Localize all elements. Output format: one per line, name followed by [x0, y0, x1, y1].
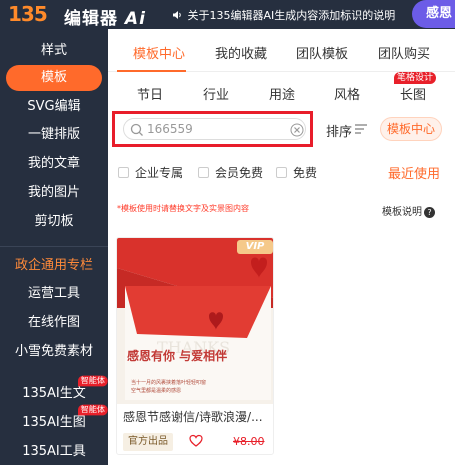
tab-my-favorites[interactable]: 我的收藏 — [215, 43, 267, 62]
image-subline: 当十一月的风裹挟着落叶轻轻叩窗 — [131, 379, 206, 386]
image-subline: 空气里都是温柔的感恩 — [131, 387, 181, 394]
filter-label: 企业专属 — [135, 166, 184, 180]
filter-label: 免费 — [293, 166, 318, 180]
template-title[interactable]: 感恩节感谢信/诗歌浪漫/... — [123, 408, 271, 425]
search-input[interactable] — [147, 121, 287, 137]
sidebar-item-ops-tools[interactable]: 运营工具 — [0, 284, 108, 304]
speaker-icon — [173, 11, 181, 19]
tab-team-templates[interactable]: 团队模板 — [296, 43, 348, 62]
sidebar-item-government-column[interactable]: 政企通用专栏 — [0, 256, 108, 276]
sidebar-item-templates[interactable]: 模板 — [6, 65, 102, 91]
category-industry[interactable]: 行业 — [203, 84, 229, 103]
sidebar-item-my-images[interactable]: 我的图片 — [0, 183, 108, 203]
sidebar-badge-agent: 智能体 — [78, 404, 108, 416]
logo-ai: Ai — [124, 9, 146, 29]
tab-team-purchase[interactable]: 团队购买 — [378, 43, 430, 62]
sidebar-item-my-articles[interactable]: 我的文章 — [0, 154, 108, 174]
category-purpose[interactable]: 用途 — [269, 84, 295, 103]
active-tab-indicator — [117, 70, 186, 72]
sort-button[interactable]: 排序 — [326, 121, 352, 140]
template-help-label: 模板说明 — [382, 207, 422, 218]
sidebar-item-ai-image[interactable]: 135AI生图 — [0, 413, 108, 433]
category-badge: 笔格设计 — [394, 72, 437, 84]
official-tag: 官方出品 — [123, 433, 173, 451]
notice-text: 关于135编辑器AI生成内容添加标识的说明 — [187, 9, 396, 22]
sidebar-item-free-assets[interactable]: 小雪免费素材 — [0, 342, 108, 362]
search-highlight-frame — [112, 111, 313, 147]
sidebar-item-clipboard[interactable]: 剪切板 — [0, 212, 108, 232]
thanks-button[interactable]: 感恩 — [412, 0, 455, 28]
usage-hint: *模板使用时请替换文字及实景图内容 — [117, 204, 249, 213]
filter-member-free[interactable]: 会员免费 — [198, 164, 263, 181]
vip-badge: VIP — [237, 240, 273, 254]
tab-bar: 模板中心 我的收藏 团队模板 团队购买 — [108, 29, 455, 72]
sidebar-item-ai-tools[interactable]: 135AI工具 — [0, 442, 108, 462]
category-long-image[interactable]: 长图 — [400, 84, 426, 103]
top-bar: 135 编辑器 Ai 关于135编辑器AI生成内容添加标识的说明 感恩 — [0, 0, 455, 29]
template-help-link[interactable]: 模板说明? — [382, 203, 435, 218]
recent-used-link[interactable]: 最近使用 — [388, 163, 440, 182]
main-panel: 模板中心 我的收藏 团队模板 团队购买 节日 行业 用途 风格 长图 笔格设计 … — [108, 29, 455, 465]
sidebar: 样式 模板 SVG编辑 一键排版 我的文章 我的图片 剪切板 政企通用专栏 运营… — [0, 29, 108, 465]
category-festival[interactable]: 节日 — [137, 84, 163, 103]
sidebar-item-styles[interactable]: 样式 — [0, 41, 108, 61]
checkbox[interactable] — [276, 167, 287, 178]
clear-icon[interactable] — [290, 123, 304, 137]
image-headline: 感恩有你 与爱相伴 — [127, 348, 227, 363]
sidebar-item-online-drawing[interactable]: 在线作图 — [0, 313, 108, 333]
template-card[interactable]: THANKS 感恩有你 与爱相伴 当十一月的风裹挟着落叶轻轻叩窗 空气里都是温柔… — [116, 237, 274, 455]
filter-enterprise[interactable]: 企业专属 — [118, 164, 183, 181]
notice-link[interactable]: 关于135编辑器AI生成内容添加标识的说明 — [172, 7, 395, 23]
sidebar-item-ai-writing[interactable]: 135AI生文 — [0, 384, 108, 404]
logo-text: 编辑器 — [64, 9, 118, 29]
search-icon — [130, 123, 143, 136]
template-thumbnail[interactable]: THANKS 感恩有你 与爱相伴 当十一月的风裹挟着落叶轻轻叩窗 空气里都是温柔… — [117, 238, 273, 404]
category-style[interactable]: 风格 — [334, 84, 360, 103]
heart-icon[interactable] — [189, 434, 203, 448]
filter-free[interactable]: 免费 — [276, 164, 317, 181]
logo-number: 135 — [8, 2, 48, 26]
sidebar-badge-agent: 智能体 — [78, 375, 108, 387]
price-value: ¥8.00 — [233, 435, 265, 448]
logo[interactable]: 编辑器 Ai — [64, 4, 146, 29]
help-icon: ? — [424, 207, 435, 218]
tab-template-center[interactable]: 模板中心 — [133, 43, 185, 62]
template-price: ¥8.00 — [233, 435, 265, 448]
filter-label: 会员免费 — [215, 166, 264, 180]
search-box — [123, 118, 306, 140]
sidebar-item-svg-editor[interactable]: SVG编辑 — [0, 97, 108, 117]
sort-icon[interactable] — [354, 123, 368, 135]
template-center-button[interactable]: 模板中心 — [380, 117, 442, 141]
checkbox[interactable] — [198, 167, 209, 178]
thumbnail-art: THANKS 感恩有你 与爱相伴 当十一月的风裹挟着落叶轻轻叩窗 空气里都是温柔… — [117, 238, 273, 404]
sidebar-divider — [0, 246, 108, 247]
sidebar-item-one-click-layout[interactable]: 一键排版 — [0, 125, 108, 145]
checkbox[interactable] — [118, 167, 129, 178]
